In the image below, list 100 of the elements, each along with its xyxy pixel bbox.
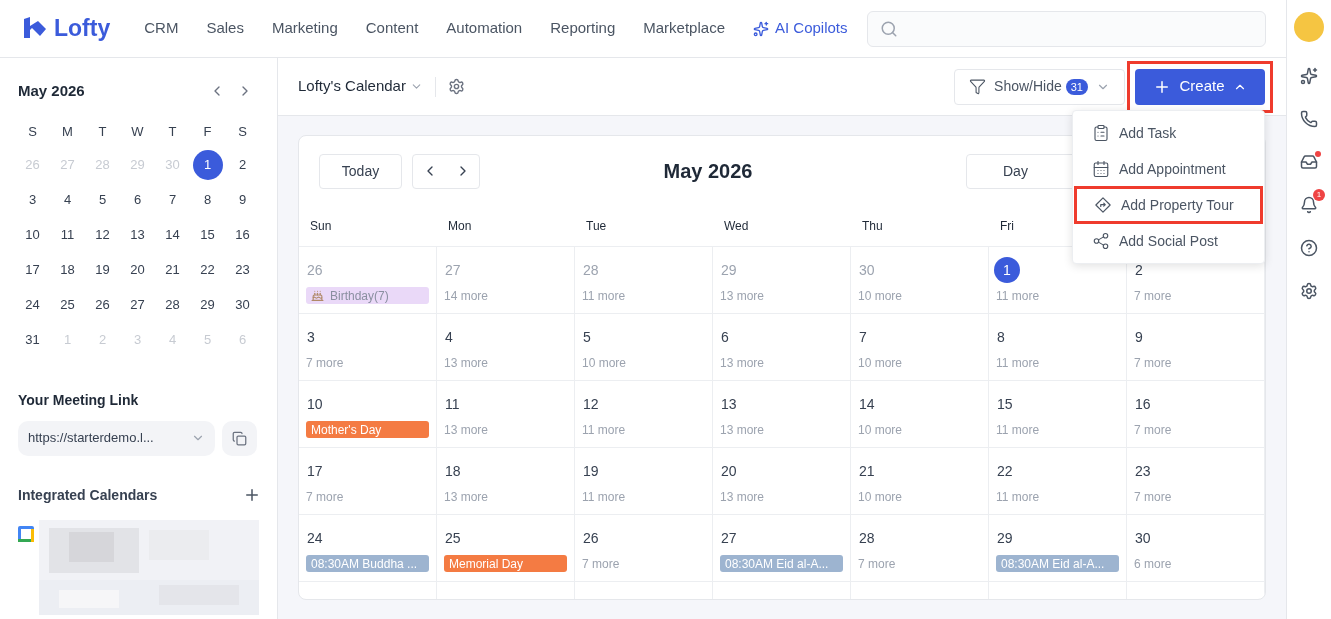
calendar-select[interactable]: Lofty's Calendar bbox=[298, 75, 423, 98]
weekday-label: S bbox=[238, 122, 247, 141]
day-number: 9 bbox=[1134, 327, 1143, 347]
day-number: 18 bbox=[444, 461, 461, 481]
settings-icon[interactable] bbox=[447, 78, 465, 95]
day-number: 2 bbox=[1134, 260, 1143, 280]
today-button[interactable]: Today bbox=[319, 153, 402, 189]
day-number: 22 bbox=[996, 461, 1013, 481]
meeting-link-select[interactable]: https://starterdemo.l... bbox=[18, 420, 215, 456]
date-cell[interactable]: 22 bbox=[192, 255, 223, 285]
menu-item[interactable]: Add Appointment bbox=[1073, 151, 1264, 187]
nav-item[interactable]: AI Copilots bbox=[738, 17, 862, 40]
menu-item[interactable]: Add Property Tour bbox=[1075, 187, 1262, 223]
weekday-label: Thu bbox=[862, 218, 883, 235]
date-cell[interactable]: 1 bbox=[192, 150, 223, 180]
day-number: 1 bbox=[994, 257, 1020, 283]
weekday-label: F bbox=[203, 122, 212, 141]
weekday-label: W bbox=[131, 122, 144, 141]
date-cell[interactable]: 23 bbox=[227, 255, 258, 285]
settings-icon[interactable] bbox=[1300, 282, 1318, 300]
nav-item[interactable]: Marketing bbox=[257, 17, 352, 40]
day-number: 7 bbox=[858, 327, 867, 347]
sparkle-icon bbox=[752, 20, 769, 37]
section-title: Your Meeting Link bbox=[18, 390, 140, 410]
date-cell[interactable]: 18 bbox=[52, 255, 83, 285]
show-hide-button[interactable]: Show/Hide 31 bbox=[954, 68, 1125, 105]
help-icon[interactable] bbox=[1300, 239, 1318, 257]
date-cell[interactable]: 13 bbox=[122, 220, 153, 250]
date-cell[interactable]: 6 bbox=[122, 185, 153, 215]
day-number: 19 bbox=[582, 461, 599, 481]
day-number: 12 bbox=[582, 394, 599, 414]
nav-item[interactable]: Content bbox=[351, 17, 433, 40]
create-button[interactable]: Create bbox=[1135, 68, 1265, 105]
phone-icon[interactable] bbox=[1300, 110, 1318, 128]
date-cell[interactable]: 16 bbox=[227, 220, 258, 250]
diamond-arrow-icon bbox=[1094, 196, 1112, 214]
inbox-icon[interactable] bbox=[1300, 153, 1318, 171]
day-number: 25 bbox=[444, 528, 461, 548]
date-cell[interactable]: 11 bbox=[52, 220, 83, 250]
date-cell[interactable]: 15 bbox=[192, 220, 223, 250]
day-number: 3 bbox=[306, 327, 315, 347]
date-cell[interactable]: 19 bbox=[87, 255, 118, 285]
day-number: 23 bbox=[1134, 461, 1151, 481]
weekday-label: Sun bbox=[310, 218, 332, 235]
date-cell[interactable]: 2 bbox=[227, 150, 258, 180]
share-icon bbox=[1092, 232, 1110, 250]
search-field[interactable] bbox=[866, 10, 1266, 47]
date-cell[interactable]: 3 bbox=[17, 185, 48, 215]
bell-icon[interactable] bbox=[1300, 196, 1318, 214]
day-number: 4 bbox=[444, 327, 453, 347]
weekday-label: T bbox=[98, 122, 107, 141]
cake-icon bbox=[311, 289, 324, 302]
weekday-label: T bbox=[168, 122, 177, 141]
weekday-label: Tue bbox=[586, 218, 607, 235]
day-number: 6 bbox=[720, 327, 729, 347]
date-cell[interactable]: 21 bbox=[157, 255, 188, 285]
day-number: 16 bbox=[1134, 394, 1151, 414]
date-cell[interactable]: 5 bbox=[87, 185, 118, 215]
nav-item[interactable]: Marketplace bbox=[629, 17, 739, 40]
date-cell[interactable]: 7 bbox=[157, 185, 188, 215]
date-cell[interactable]: 17 bbox=[17, 255, 48, 285]
weekday-label: Wed bbox=[724, 218, 749, 235]
day-number: 30 bbox=[858, 260, 875, 280]
section-title: Integrated Calendars bbox=[18, 485, 158, 505]
nav-item[interactable]: Reporting bbox=[536, 17, 630, 40]
day-number: 20 bbox=[720, 461, 737, 481]
copy-button[interactable] bbox=[222, 420, 257, 456]
date-cell[interactable]: 26 bbox=[87, 290, 118, 320]
date-cell[interactable]: 31 bbox=[17, 325, 48, 355]
date-cell[interactable]: 29 bbox=[192, 290, 223, 320]
nav-item[interactable]: Sales bbox=[192, 17, 258, 40]
day-number: 26 bbox=[306, 260, 323, 280]
nav-item[interactable]: CRM bbox=[130, 17, 193, 40]
date-cell[interactable]: 12 bbox=[87, 220, 118, 250]
day-number: 8 bbox=[996, 327, 1005, 347]
add-icon[interactable] bbox=[243, 486, 261, 504]
day-number: 30 bbox=[1134, 528, 1151, 548]
menu-item[interactable]: Add Social Post bbox=[1073, 223, 1264, 259]
date-cell[interactable]: 14 bbox=[157, 220, 188, 250]
date-cell[interactable]: 4 bbox=[52, 185, 83, 215]
date-cell[interactable]: 30 bbox=[227, 290, 258, 320]
date-cell[interactable]: 28 bbox=[157, 290, 188, 320]
copy-icon bbox=[232, 430, 247, 446]
date-cell[interactable]: 10 bbox=[17, 220, 48, 250]
calendar-title: May 2026 bbox=[663, 159, 753, 184]
day-number: 29 bbox=[996, 528, 1013, 548]
menu-item[interactable]: Add Task bbox=[1073, 115, 1264, 151]
search-icon bbox=[879, 19, 898, 38]
sparkle-icon[interactable] bbox=[1300, 67, 1318, 85]
date-cell[interactable]: 27 bbox=[122, 290, 153, 320]
date-cell[interactable]: 8 bbox=[192, 185, 223, 215]
date-cell[interactable]: 9 bbox=[227, 185, 258, 215]
day-number: 27 bbox=[720, 528, 737, 548]
nav-item[interactable]: Automation bbox=[432, 17, 537, 40]
day-number: 14 bbox=[858, 394, 875, 414]
date-cell[interactable]: 20 bbox=[122, 255, 153, 285]
date-cell[interactable]: 25 bbox=[52, 290, 83, 320]
day-number: 28 bbox=[858, 528, 875, 548]
date-cell[interactable]: 24 bbox=[17, 290, 48, 320]
day-number: 26 bbox=[582, 528, 599, 548]
